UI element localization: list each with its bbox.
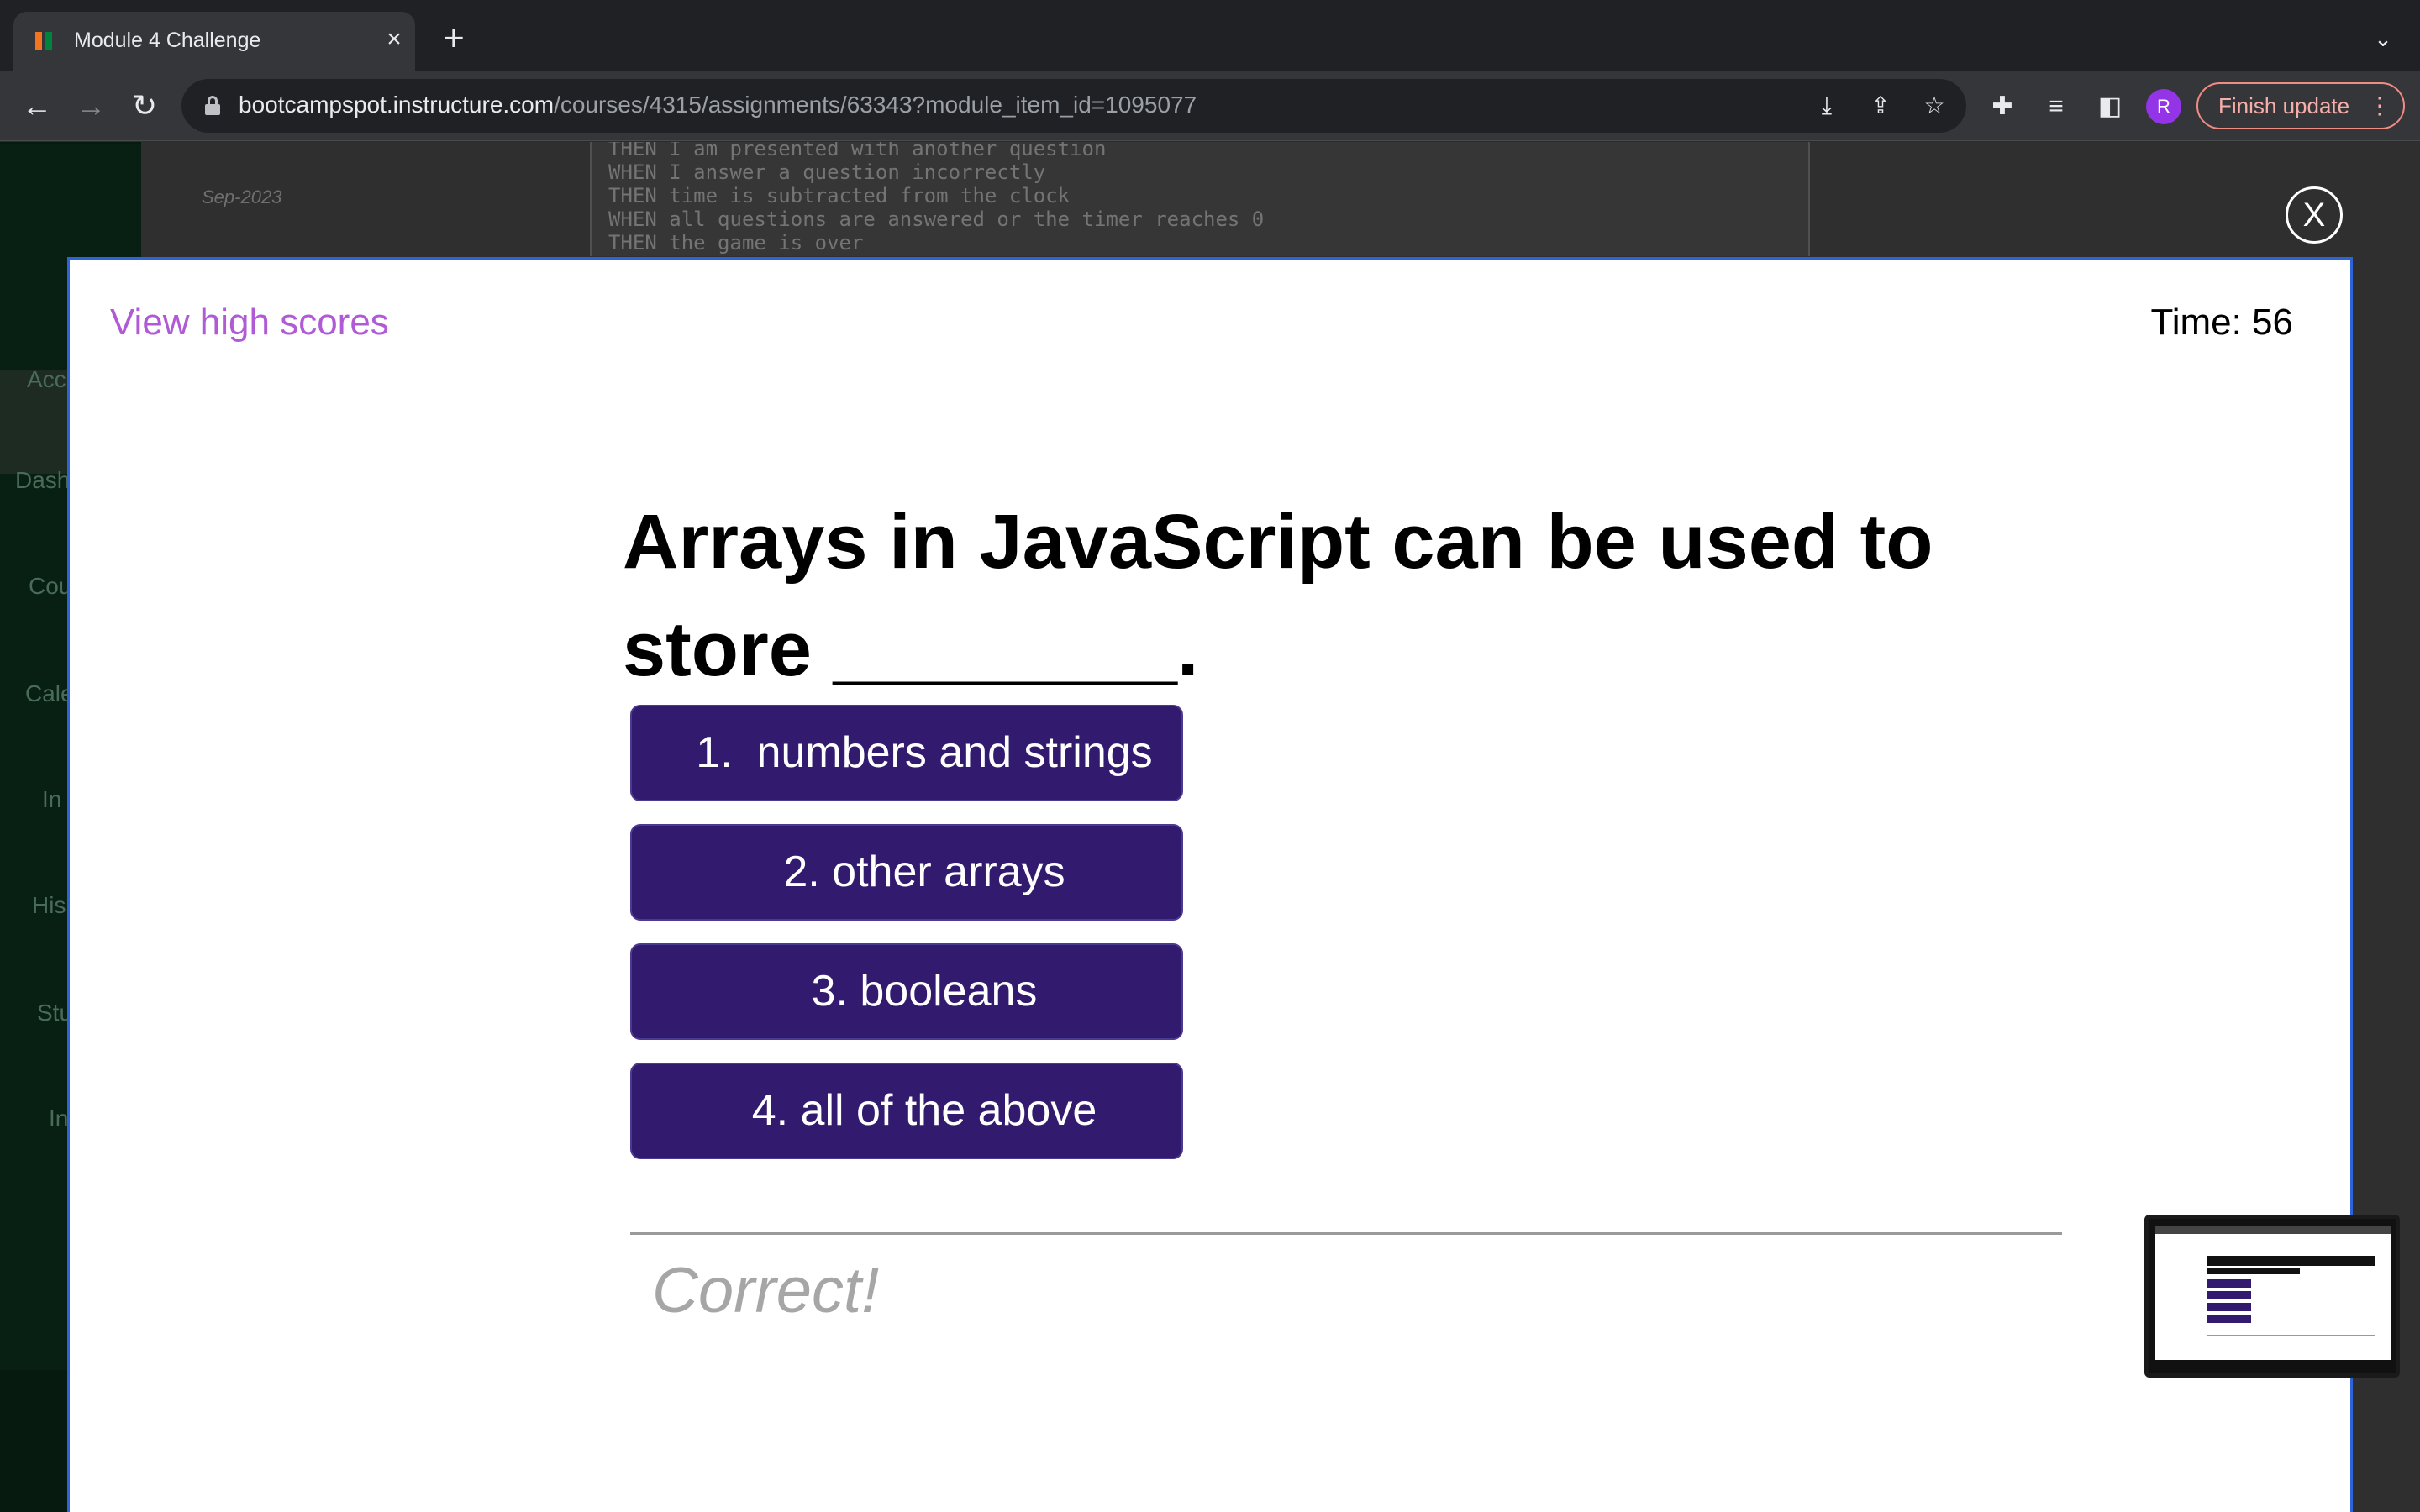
screenshot-thumbnail[interactable]: [2144, 1215, 2400, 1378]
code-line: THEN the game is over: [608, 231, 864, 255]
timer-display: Time: 56: [2150, 302, 2293, 343]
finish-update-button[interactable]: Finish update ⋮: [2196, 82, 2405, 129]
url-path: /courses/4315/assignments/63343?module_i…: [554, 92, 1197, 118]
answer-button-1[interactable]: 1. numbers and strings: [630, 705, 1183, 801]
view-high-scores-link[interactable]: View high scores: [110, 302, 389, 344]
browser-toolbar: ← → ↻ bootcampspot.instructure.com/cours…: [0, 71, 2420, 141]
back-arrow-icon[interactable]: ←: [18, 87, 55, 124]
media-queue-icon[interactable]: ≡: [2040, 91, 2072, 123]
quiz-modal: View high scores Time: 56 Arrays in Java…: [67, 257, 2353, 1512]
browser-tab[interactable]: Module 4 Challenge ×: [13, 12, 415, 71]
code-line: WHEN all questions are answered or the t…: [608, 207, 1265, 231]
extensions-puzzle-icon[interactable]: ✚: [1986, 91, 2018, 123]
chevron-down-icon[interactable]: ⌄: [2370, 25, 2396, 52]
background-code-block: THEN I am presented with another questio…: [590, 142, 1810, 256]
answer-choices: 1. numbers and strings 2. other arrays 3…: [630, 705, 1183, 1182]
code-line: THEN I am presented with another questio…: [608, 142, 1107, 160]
nav-item-dashboard: Dash: [15, 467, 71, 493]
bookmark-star-icon[interactable]: ☆: [1919, 91, 1949, 121]
nav-item-courses: Cou: [29, 573, 72, 599]
side-panel-icon[interactable]: ◧: [2094, 91, 2126, 123]
tab-close-icon[interactable]: ×: [380, 25, 408, 54]
browser-tab-bar: Module 4 Challenge × + ⌄: [0, 0, 2420, 71]
nav-item-inbox: In: [42, 786, 62, 812]
result-divider: [630, 1232, 2062, 1235]
answer-button-2[interactable]: 2. other arrays: [630, 824, 1183, 921]
nav-item-history: His: [32, 892, 66, 918]
nav-item-account: Acc: [27, 366, 66, 392]
lock-icon[interactable]: [205, 96, 220, 115]
reload-icon[interactable]: ↻: [126, 87, 163, 124]
url-text[interactable]: bootcampspot.instructure.com/courses/431…: [239, 92, 1197, 118]
share-icon[interactable]: ⇪: [1865, 91, 1896, 121]
code-line: WHEN I answer a question incorrectly: [608, 160, 1046, 184]
close-modal-button[interactable]: X: [2286, 186, 2343, 244]
code-line: THEN time is subtracted from the clock: [608, 184, 1071, 207]
new-tab-icon[interactable]: +: [437, 20, 471, 57]
profile-avatar[interactable]: R: [2146, 89, 2181, 124]
question-text: Arrays in JavaScript can be used to stor…: [623, 499, 1933, 692]
finish-update-label: Finish update: [2218, 93, 2350, 118]
install-app-icon[interactable]: ⤓: [1812, 91, 1842, 121]
answer-feedback: Correct!: [652, 1255, 880, 1326]
site-favicon-icon: [34, 30, 55, 52]
nav-item-calendar: Cale: [25, 680, 74, 706]
address-bar[interactable]: bootcampspot.instructure.com/courses/431…: [182, 79, 1966, 133]
url-host: bootcampspot.instructure.com: [239, 92, 555, 118]
tab-title: Module 4 Challenge: [74, 29, 261, 52]
answer-button-4[interactable]: 4. all of the above: [630, 1063, 1183, 1159]
answer-button-3[interactable]: 3. booleans: [630, 943, 1183, 1040]
more-vertical-icon[interactable]: ⋮: [2368, 84, 2391, 128]
background-date: Sep-2023: [202, 186, 282, 207]
nav-item-info: In: [49, 1105, 69, 1131]
forward-arrow-icon[interactable]: →: [72, 87, 109, 124]
